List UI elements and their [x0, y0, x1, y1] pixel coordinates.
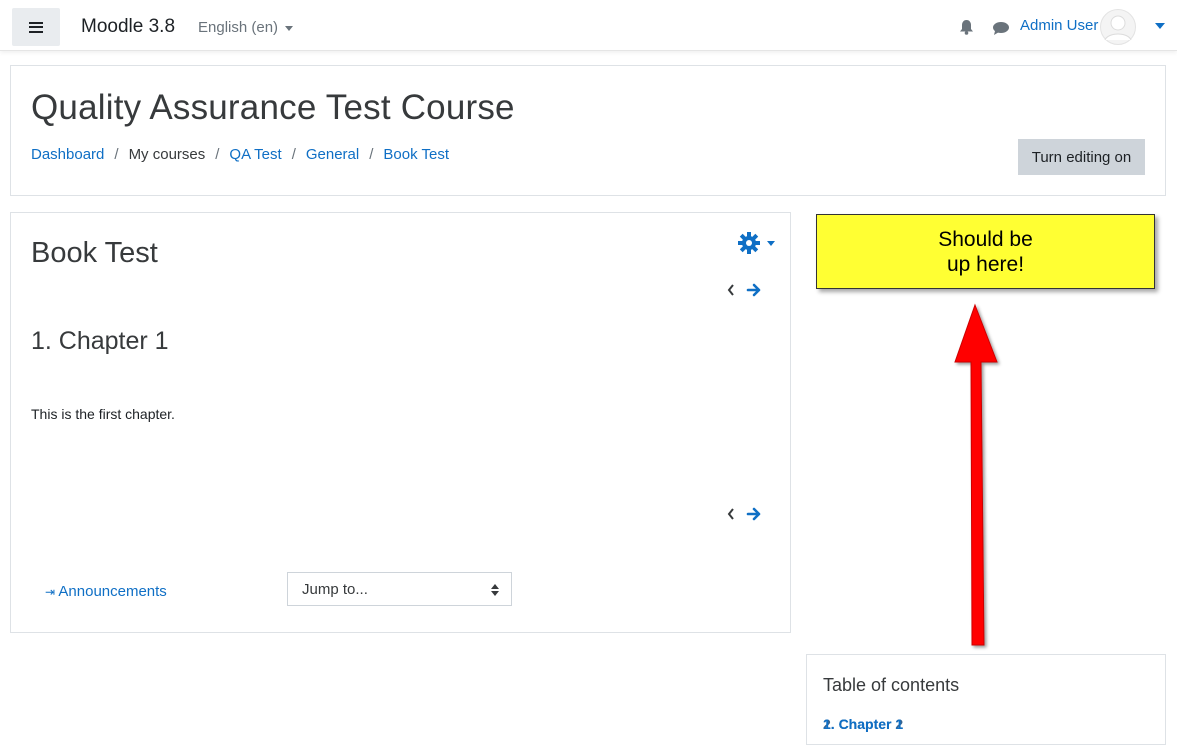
gear-icon[interactable] — [737, 231, 761, 255]
top-navbar: Moodle 3.8 English (en) Admin User — [0, 0, 1177, 51]
announcements-link[interactable]: ⇥ Announcements — [45, 583, 167, 600]
breadcrumb-my-courses: My courses — [128, 146, 206, 163]
annotation-arrow-icon — [954, 303, 998, 646]
jump-to-label: Jump to... — [302, 580, 368, 598]
avatar-icon[interactable] — [1100, 9, 1136, 45]
breadcrumb: Dashboard / My courses / QA Test / General / Boo… — [31, 146, 450, 163]
select-arrows-icon — [491, 584, 499, 596]
chevron-down-icon — [285, 25, 294, 31]
user-name[interactable]: Admin User — [1020, 17, 1098, 34]
chapter-text: This is the first chapter. — [31, 406, 175, 422]
menu-icon — [29, 21, 43, 33]
breadcrumb-general[interactable]: General — [306, 146, 359, 163]
breadcrumb-dashboard[interactable]: Dashboard — [31, 146, 104, 163]
page-header: Quality Assurance Test Course Dashboard /… — [10, 65, 1166, 196]
book-title: Book Test — [31, 237, 158, 269]
language-label: English (en) — [198, 19, 279, 36]
annotation-note: Should be up here! — [816, 214, 1155, 289]
site-name[interactable]: Moodle 3.8 — [81, 16, 175, 38]
toc-title: Table of contents — [823, 675, 960, 695]
toc-item-chapter-1[interactable]: 1. Chapter 1 — [823, 716, 903, 732]
note-line-1: Should be — [938, 227, 1033, 251]
book-content: Book Test 1. Chapter 1 This is the first… — [10, 212, 791, 633]
breadcrumb-qa-test[interactable]: QA Test — [229, 146, 281, 163]
course-title: Quality Assurance Test Course — [31, 88, 515, 127]
chevron-down-icon[interactable] — [767, 241, 775, 246]
turn-editing-on-button[interactable]: Turn editing on — [1018, 139, 1145, 175]
chapter-title: 1. Chapter 1 — [31, 327, 169, 355]
breadcrumb-book-test[interactable]: Book Test — [383, 146, 449, 163]
bell-icon[interactable] — [959, 19, 974, 35]
user-menu-chevron-icon[interactable] — [1155, 23, 1165, 29]
chat-icon[interactable] — [992, 21, 1010, 36]
table-of-contents-block: Table of contents 2. Chapter 2 1. Chapte… — [806, 654, 1166, 745]
announcements-label: Announcements — [58, 583, 167, 600]
next-chapter-icon[interactable] — [746, 282, 762, 298]
previous-chapter-icon-bottom[interactable] — [726, 507, 736, 521]
language-menu[interactable]: English (en) — [198, 19, 294, 36]
jump-to-select[interactable]: Jump to... — [287, 572, 512, 606]
previous-chapter-icon[interactable] — [726, 283, 736, 297]
back-arrow-icon: ⇥ — [45, 585, 56, 599]
next-chapter-icon-bottom[interactable] — [746, 506, 762, 522]
note-line-2: up here! — [946, 252, 1025, 276]
menu-button[interactable] — [12, 8, 60, 46]
